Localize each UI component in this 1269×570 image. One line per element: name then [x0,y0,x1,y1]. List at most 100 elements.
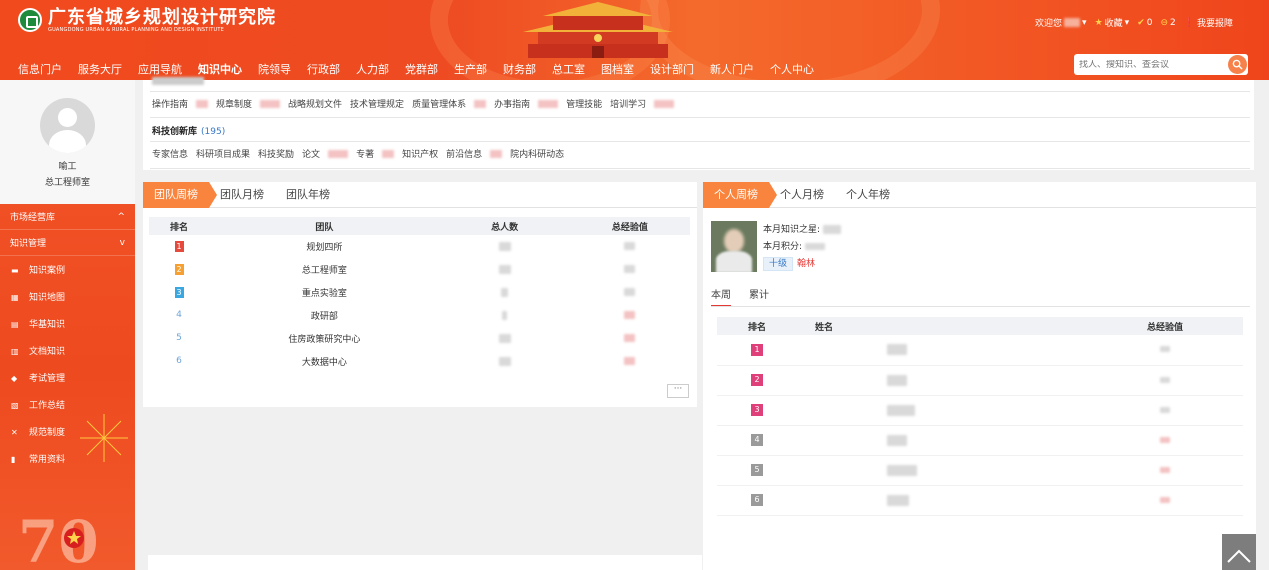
library-icon: ▮ [11,454,16,464]
blurred-count [260,99,281,108]
blurred-name [887,494,909,506]
tab-team_board-2[interactable]: 团队年榜 [275,182,341,208]
star-user-photo[interactable] [711,221,757,272]
library-link[interactable]: 专家信息 [152,147,188,160]
nav-item-14[interactable]: 个人中心 [762,61,822,77]
sidebar-item-label: 常用资料 [29,455,66,465]
nav-item-13[interactable]: 新人门户 [702,61,762,77]
library-link[interactable]: 论文 [302,147,320,160]
nav-item-11[interactable]: 图档室 [593,61,642,77]
nav-item-6[interactable]: 人力部 [348,61,397,77]
nav-item-4[interactable]: 院领导 [250,61,299,77]
library-link[interactable]: 质量管理体系 [412,97,466,110]
site-logo[interactable]: 广东省城乡规划设计研究院 GUANGDONG URBAN & RURAL PLA… [18,7,276,33]
table-row[interactable]: 5 [717,455,1243,486]
table-row[interactable]: 6 [717,485,1243,516]
sidebar-item-1[interactable]: ▦ 知识地图 [0,283,135,310]
nav-item-5[interactable]: 行政部 [299,61,348,77]
subtab-0[interactable]: 本周 [711,286,731,307]
check-circle-icon: ✔ [1137,17,1145,28]
table-row[interactable]: 3 重点实验室 [149,281,690,304]
blurred-count [538,99,559,108]
innovation-count: (195) [201,127,226,137]
nav-item-7[interactable]: 党群部 [397,61,446,77]
table-row[interactable]: 2 [717,365,1243,396]
innovation-title[interactable]: 科技创新库 (195) [152,124,225,137]
site-title: 广东省城乡规划设计研究院 [48,7,276,27]
nav-item-1[interactable]: 服务大厅 [70,61,130,77]
search-input[interactable] [1074,59,1222,70]
table-row[interactable]: 3 [717,395,1243,426]
divider [150,117,1250,118]
table-row[interactable]: 1 [717,335,1243,366]
library-link[interactable]: 规章制度 [216,97,252,110]
favorites-menu[interactable]: ★ 收藏 ▾ [1095,16,1130,30]
back-to-top-button[interactable] [1222,534,1256,570]
sidebar-item-label: 规范制度 [29,428,66,438]
profile-role: 总工程师室 [44,178,90,188]
table-row[interactable]: 6 大数据中心 [149,350,690,373]
rank-cell: 3 [149,281,209,304]
month-points-label: 本月积分: [763,242,803,252]
team-more-button[interactable]: ··· [667,384,689,398]
nav-item-10[interactable]: 总工室 [544,61,593,77]
sidebar-item-4[interactable]: ◆ 考试管理 [0,364,135,391]
library-link[interactable]: 院内科研动态 [510,147,564,160]
main-content: 操作指南 规章制度 战略规划文件 技术管理规定 质量管理体系 办事指南 管理技能 培训学习 科… [135,77,1269,570]
nav-item-0[interactable]: 信息门户 [10,61,70,77]
rank-cell: 1 [149,235,209,258]
sidebar-item-3[interactable]: ▥ 文档知识 [0,337,135,364]
table-row[interactable]: 5 住房政策研究中心 [149,327,690,350]
library-link[interactable]: 科技奖励 [258,147,294,160]
sidebar-section-0[interactable]: 市场经营库 ^ [0,204,135,230]
search-box [1074,54,1248,75]
library-link[interactable]: 知识产权 [402,147,438,160]
sidebar-item-2[interactable]: ▤ 华基知识 [0,310,135,337]
table-row[interactable]: 2 总工程师室 [149,258,690,281]
chevron-down-icon: ▾ [1124,17,1130,28]
nav-item-3[interactable]: 知识中心 [190,61,250,77]
sidebar-section-1[interactable]: 知识管理 v [0,230,135,256]
notify-count-a[interactable]: ✔ 0 [1137,18,1152,28]
member-count [440,258,570,281]
library-link[interactable]: 前沿信息 [446,147,482,160]
tab-team_board-1[interactable]: 团队月榜 [209,182,275,208]
subtab-1[interactable]: 累计 [749,286,769,307]
person-name [797,485,1087,516]
library-link[interactable]: 专著 [356,147,374,160]
nav-item-12[interactable]: 设计部门 [642,61,702,77]
welcome-user[interactable]: 欢迎您 ▾ [1035,16,1087,30]
library-link[interactable]: 科研项目成果 [196,147,250,160]
library-link[interactable]: 操作指南 [152,97,188,110]
blurred-value [498,333,511,343]
tab-personal_board-1[interactable]: 个人月榜 [769,182,835,208]
library-link[interactable]: 培训学习 [610,97,646,110]
report-issue-link[interactable]: ❗ 我要报障 [1184,16,1233,30]
rank-cell: 4 [717,425,797,456]
tab-team_board-0[interactable]: 团队周榜 [143,182,217,208]
search-button[interactable] [1228,55,1247,74]
notify-count-b[interactable]: ⊖ 2 [1160,18,1175,28]
count-a-text: 0 [1146,17,1153,28]
table-row[interactable]: 4 [717,425,1243,456]
blurred-count [474,99,487,108]
nav-item-8[interactable]: 生产部 [446,61,495,77]
rank-badge: 1 [751,343,763,356]
nav-item-2[interactable]: 应用导航 [130,61,190,77]
table-row[interactable]: 4 政研部 [149,304,690,327]
nav-item-9[interactable]: 财务部 [495,61,544,77]
tab-personal_board-2[interactable]: 个人年榜 [835,182,901,208]
library-link[interactable]: 技术管理规定 [350,97,404,110]
tab-personal_board-0[interactable]: 个人周榜 [703,182,777,208]
rank-cell: 6 [149,350,209,373]
library-link[interactable]: 管理技能 [566,97,602,110]
blurred-count [654,99,675,108]
table-row[interactable]: 1 规划四所 [149,235,690,258]
library-link[interactable]: 战略规划文件 [288,97,342,110]
exp-value [570,258,690,281]
library-link[interactable]: 办事指南 [494,97,530,110]
sidebar-item-0[interactable]: ▬ 知识案例 [0,256,135,283]
avatar[interactable] [40,98,95,153]
person-name [797,365,1087,396]
count-b-text: 2 [1170,17,1176,28]
